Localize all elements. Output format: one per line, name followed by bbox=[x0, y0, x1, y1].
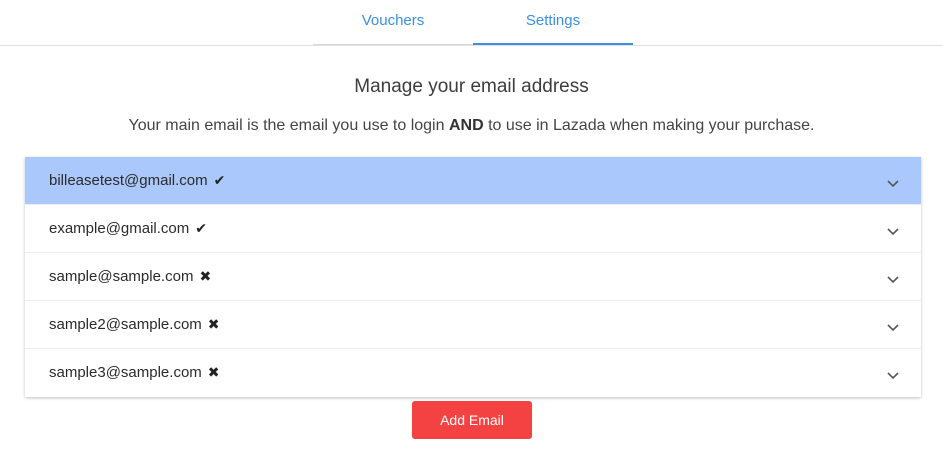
cross-icon: ✖ bbox=[199, 269, 212, 285]
cross-icon: ✖ bbox=[207, 317, 220, 333]
email-address-text: example@gmail.com bbox=[49, 220, 190, 237]
email-address: sample3@sample.com ✖ bbox=[49, 349, 220, 397]
email-row[interactable]: sample3@sample.com ✖ bbox=[25, 349, 921, 397]
email-list: billeasetest@gmail.com ✔ example@gmail.co… bbox=[25, 157, 921, 397]
page-description: Your main email is the email you use to … bbox=[0, 117, 943, 135]
email-row[interactable]: sample2@sample.com ✖ bbox=[25, 301, 921, 349]
cross-icon: ✖ bbox=[207, 365, 220, 381]
chevron-down-icon[interactable] bbox=[885, 175, 901, 191]
email-row[interactable]: sample@sample.com ✖ bbox=[25, 253, 921, 301]
tab-bar: Vouchers Settings bbox=[0, 0, 943, 46]
description-text-end: to use in Lazada when making your purcha… bbox=[483, 117, 815, 134]
email-address-text: sample@sample.com bbox=[49, 268, 194, 285]
email-address-text: sample3@sample.com bbox=[49, 364, 202, 381]
page-title: Manage your email address bbox=[354, 76, 589, 97]
email-address-text: billeasetest@gmail.com bbox=[49, 172, 208, 189]
email-address: billeasetest@gmail.com ✔ bbox=[49, 157, 225, 205]
email-address: example@gmail.com ✔ bbox=[49, 205, 207, 253]
check-icon: ✔ bbox=[213, 173, 226, 189]
email-address-text: sample2@sample.com bbox=[49, 316, 202, 333]
description-emphasis: AND bbox=[448, 117, 484, 134]
check-icon: ✔ bbox=[195, 221, 208, 237]
chevron-down-icon[interactable] bbox=[885, 223, 901, 239]
email-row[interactable]: example@gmail.com ✔ bbox=[25, 205, 921, 253]
chevron-down-icon[interactable] bbox=[885, 319, 901, 335]
tab-settings[interactable]: Settings bbox=[473, 0, 633, 45]
chevron-down-icon[interactable] bbox=[885, 271, 901, 287]
email-address: sample@sample.com ✖ bbox=[49, 253, 211, 301]
email-row[interactable]: billeasetest@gmail.com ✔ bbox=[25, 157, 921, 205]
description-text-start: Your main email is the email you use to … bbox=[128, 117, 449, 134]
chevron-down-icon[interactable] bbox=[885, 367, 901, 383]
add-email-button[interactable]: Add Email bbox=[412, 401, 532, 439]
tab-vouchers[interactable]: Vouchers bbox=[313, 0, 473, 45]
email-address: sample2@sample.com ✖ bbox=[49, 301, 220, 349]
